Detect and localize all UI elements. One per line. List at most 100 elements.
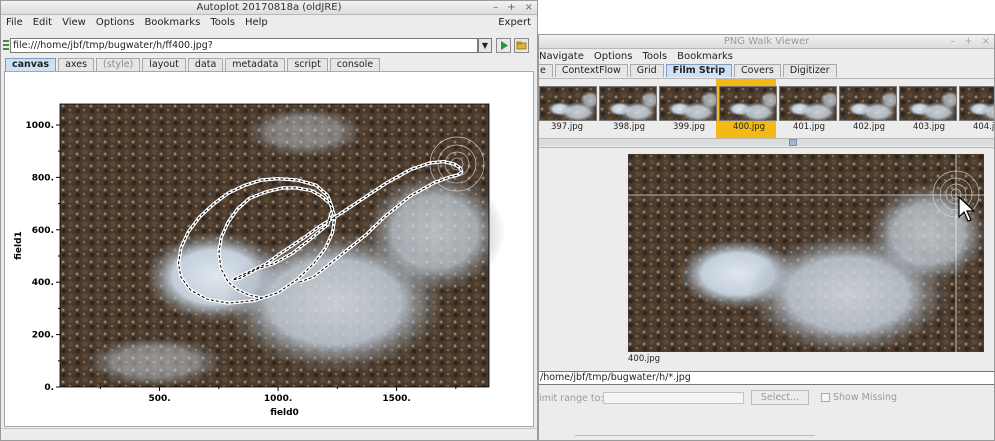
minimize-icon[interactable]: – (493, 1, 498, 15)
menu-options[interactable]: Options (589, 51, 638, 62)
thumbnail-image (720, 87, 776, 120)
menu-tools[interactable]: Tools (637, 51, 672, 62)
thumbnail-image (840, 87, 896, 120)
main-image-caption: 400.jpg (628, 354, 661, 364)
uri-text: file:///home/jbf/tmp/bugwater/h/ff400.jp… (13, 40, 213, 51)
expert-menu[interactable]: Expert (493, 17, 537, 28)
plot-canvas[interactable]: 500. 1000. 1500. 0. 200. 400. 600. 800. 1000. fie… (4, 71, 534, 427)
mode-covers[interactable]: Covers (734, 64, 781, 77)
pngwalk-menubar: Navigate Options Tools Bookmarks (539, 49, 994, 63)
menu-tools[interactable]: Tools (205, 17, 240, 28)
range-input[interactable] (603, 392, 744, 404)
autoplot-menubar: File Edit View Options Bookmarks Tools H… (1, 15, 537, 29)
show-missing-label: Show Missing (833, 392, 898, 403)
thumbnail-image (540, 87, 596, 120)
autoplot-titlebar[interactable]: Autoplot 20170818a (oldJRE) – + × (1, 1, 537, 15)
folder-icon (516, 41, 527, 50)
thumbnail-399[interactable] (659, 86, 717, 121)
pngwalk-mode-tabs: e ContextFlow Grid Film Strip Covers Dig… (539, 64, 839, 77)
chevron-down-icon: ▼ (481, 41, 489, 50)
close-icon[interactable]: × (525, 1, 533, 15)
mode-digitizer[interactable]: Digitizer (782, 64, 837, 77)
x-tick-label: 1500. (382, 394, 410, 404)
select-button[interactable]: Select... (751, 390, 809, 405)
uri-input[interactable]: file:///home/jbf/tmp/bugwater/h/ff400.jp… (10, 38, 478, 53)
x-axis-label: field0 (270, 408, 299, 418)
pngwalk-titlebar[interactable]: PNG Walk Viewer – + × (539, 35, 994, 49)
x-tick-label: 1000. (264, 394, 292, 404)
pngwalk-window: PNG Walk Viewer – + × Navigate Options T… (538, 34, 995, 441)
plot-go-button[interactable] (496, 38, 511, 53)
photo-background (60, 104, 505, 387)
pngwalk-title: PNG Walk Viewer (723, 36, 810, 47)
plot-svg: 500. 1000. 1500. 0. 200. 400. 600. 800. 1000. fie… (14, 103, 505, 418)
drag-handle-icon[interactable] (3, 40, 9, 52)
y-tick-label: 800. (32, 173, 54, 183)
thumbnail-label: 403.jpg (912, 122, 946, 132)
menu-edit[interactable]: Edit (28, 17, 57, 28)
menu-options[interactable]: Options (91, 17, 140, 28)
thumbnail-image (900, 87, 956, 120)
thumbnail-image (600, 87, 656, 120)
thumbnail-404[interactable] (959, 86, 994, 121)
autoplot-status-bar (1, 428, 537, 440)
scroll-thumb[interactable] (789, 139, 797, 146)
menu-file[interactable]: File (1, 17, 28, 28)
tab-script[interactable]: script (287, 58, 328, 71)
main-image[interactable] (628, 154, 984, 352)
browse-button[interactable] (514, 38, 529, 53)
template-field[interactable]: /home/jbf/tmp/bugwater/h/*.jpg (539, 371, 994, 385)
uri-bar: file:///home/jbf/tmp/bugwater/h/ff400.jp… (3, 38, 537, 54)
play-icon (501, 41, 508, 50)
uri-history-button[interactable]: ▼ (478, 38, 492, 53)
menu-help[interactable]: Help (240, 17, 273, 28)
tab-data[interactable]: data (187, 58, 224, 71)
thumbnail-label: 398.jpg (612, 122, 646, 132)
thumbnail-label: 399.jpg (672, 122, 706, 132)
mode-film-strip[interactable]: Film Strip (665, 64, 733, 77)
thumbnail-402[interactable] (839, 86, 897, 121)
mode-grid[interactable]: Grid (629, 64, 664, 77)
autoplot-window: Autoplot 20170818a (oldJRE) – + × File E… (0, 0, 538, 441)
range-panel: imit range to: Select... Show Missing (539, 389, 994, 409)
tab-metadata[interactable]: metadata (225, 58, 286, 71)
mode-single[interactable]: e (539, 64, 553, 77)
close-icon[interactable]: × (982, 35, 990, 49)
thumbnail-image (960, 87, 994, 120)
x-tick-label: 500. (148, 394, 170, 404)
y-tick-label: 400. (32, 278, 54, 288)
mode-contextflow[interactable]: ContextFlow (554, 64, 628, 77)
thumbnail-label: 402.jpg (852, 122, 886, 132)
autoplot-title: Autoplot 20170818a (oldJRE) (196, 2, 342, 13)
tab-layout[interactable]: layout (142, 58, 186, 71)
thumbnail-label: 404.jpg (972, 122, 995, 132)
thumbnail-401[interactable] (779, 86, 837, 121)
thumbnail-label: 397.jpg (550, 122, 584, 132)
maximize-icon[interactable]: + (507, 1, 515, 15)
limit-range-label: imit range to: (539, 393, 604, 404)
y-axis-label: field1 (14, 231, 24, 260)
thumbnail-398[interactable] (599, 86, 657, 121)
tab-canvas[interactable]: canvas (5, 58, 57, 71)
menu-navigate[interactable]: Navigate (539, 51, 589, 62)
menu-bookmarks[interactable]: Bookmarks (672, 51, 738, 62)
main-image-area: 400.jpg (539, 147, 994, 367)
film-strip-scrollbar[interactable] (539, 138, 994, 146)
menu-view[interactable]: View (57, 17, 91, 28)
y-tick-label: 200. (32, 331, 54, 341)
select-button-label: Select... (760, 392, 800, 403)
menu-bookmarks[interactable]: Bookmarks (139, 17, 205, 28)
thumbnail-label: 401.jpg (792, 122, 826, 132)
thumbnail-403[interactable] (899, 86, 957, 121)
thumbnail-397[interactable] (539, 86, 597, 121)
maximize-icon[interactable]: + (964, 35, 972, 49)
tab-axes[interactable]: axes (58, 58, 95, 71)
minimize-icon[interactable]: – (950, 35, 955, 49)
thumbnail-400[interactable] (719, 86, 777, 121)
tab-style[interactable]: (style) (96, 58, 141, 71)
button-row-stub (575, 435, 815, 440)
show-missing-checkbox[interactable] (821, 393, 830, 402)
y-tick-label: 600. (32, 226, 54, 236)
thumbnail-label: 400.jpg (732, 122, 766, 132)
tab-console[interactable]: console (329, 58, 381, 71)
